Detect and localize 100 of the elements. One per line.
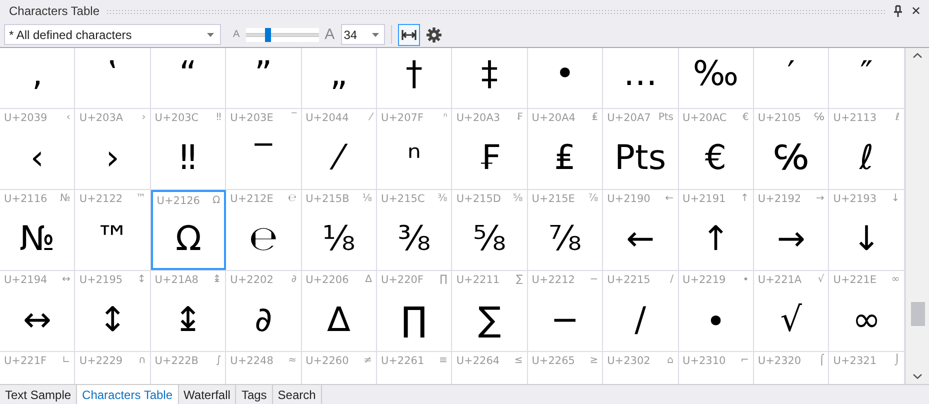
character-cell[interactable]: U+20A3 ₣ ₣: [452, 109, 528, 189]
character-cell[interactable]: U+2192 → →: [754, 190, 830, 270]
character-glyph: №: [18, 218, 56, 258]
character-cell[interactable]: U+2195 ↕ ↕: [75, 271, 151, 351]
character-cell[interactable]: U+2212 − −: [528, 271, 604, 351]
code-point-label: U+212E: [230, 192, 274, 204]
slider-thumb[interactable]: [265, 28, 272, 42]
font-size-combo[interactable]: 34: [340, 24, 385, 45]
character-preview: →: [816, 193, 824, 204]
character-glyph: †: [404, 54, 424, 94]
character-glyph: ⅛: [321, 218, 356, 258]
code-point-label: U+215D: [456, 192, 501, 204]
fit-width-toggle[interactable]: [398, 24, 420, 46]
character-cell[interactable]: U+2126 Ω Ω: [150, 190, 226, 270]
scroll-up-icon[interactable]: [913, 53, 922, 58]
character-cell[interactable]: U+2206 ∆ ∆: [302, 271, 377, 351]
character-cell[interactable]: U+2116 № №: [0, 190, 76, 270]
character-cell[interactable]: U+215D ⅝ ⅝: [452, 190, 528, 270]
character-preview: ‼: [216, 112, 222, 123]
character-glyph: ∆: [326, 300, 352, 340]
character-preview: ™: [136, 193, 146, 204]
tab[interactable]: Waterfall: [178, 385, 236, 404]
character-glyph: ∂: [254, 300, 274, 340]
scrollbar-thumb[interactable]: [910, 302, 924, 326]
code-point-label: U+203E: [230, 112, 274, 124]
character-cell[interactable]: U+220F ∏ ∏: [376, 271, 452, 351]
character-cell[interactable]: U+2122 ™ ™: [75, 190, 151, 270]
tab[interactable]: Characters Table: [77, 385, 179, 404]
character-glyph: ⅝: [472, 218, 508, 258]
character-glyph: ℓ: [858, 138, 875, 178]
character-preview: ∫: [216, 355, 222, 366]
size-slider[interactable]: [246, 28, 319, 42]
character-cell[interactable]: U+20A4 ₤ ₤: [528, 109, 604, 189]
code-point-label: U+20A7: [607, 112, 651, 124]
character-preview: ⌡: [894, 355, 900, 366]
character-cell[interactable]: U+20AC € €: [678, 109, 754, 189]
character-cell[interactable]: U+203E ‾ ‾: [226, 109, 302, 189]
code-point-label: U+2212: [532, 274, 575, 286]
code-point-label: U+221A: [758, 274, 802, 286]
character-cell[interactable]: U+212E ℮ ℮: [226, 190, 302, 270]
settings-icon[interactable]: [426, 26, 442, 42]
code-point-label: U+2321: [833, 354, 877, 366]
filter-dropdown[interactable]: * All defined characters: [4, 24, 221, 45]
tab[interactable]: Tags: [236, 385, 273, 404]
character-cell[interactable]: U+20A7 Pts Pts: [603, 109, 679, 189]
code-point-label: U+2229: [79, 354, 123, 366]
character-cell[interactable]: U+2191 ↑ ↑: [678, 190, 754, 270]
character-cell[interactable]: U+2219 ∙ ∙: [678, 271, 754, 351]
character-preview: ∩: [138, 355, 146, 366]
character-preview: ↑: [740, 193, 749, 204]
character-glyph: ∙: [704, 300, 728, 340]
pin-icon[interactable]: [892, 5, 903, 17]
character-cell[interactable]: U+2211 ∑ ∑: [452, 271, 528, 351]
character-glyph: ⁄: [330, 138, 348, 178]
character-glyph: ↑: [700, 218, 731, 258]
code-point-label: U+2191: [682, 192, 726, 204]
character-cell[interactable]: U+221A √ √: [754, 271, 830, 351]
code-point-label: U+215B: [306, 192, 350, 204]
character-glyph: ‡: [480, 54, 500, 94]
character-glyph: ′: [786, 54, 796, 94]
tab[interactable]: Search: [272, 385, 322, 404]
character-preview: ⌠: [819, 355, 824, 366]
character-cell[interactable]: U+215E ⅞ ⅞: [528, 190, 604, 270]
character-cell[interactable]: U+2044 ⁄ ⁄: [302, 109, 377, 189]
character-preview: ∏: [440, 274, 448, 285]
character-cell[interactable]: U+2039 ‹ ‹: [0, 109, 76, 189]
character-cell[interactable]: U+215B ⅛ ⅛: [302, 190, 377, 270]
fit-width-icon: [400, 28, 417, 40]
character-cell[interactable]: U+21A8 ↨ ↨: [150, 271, 226, 351]
vertical-scrollbar[interactable]: [905, 48, 929, 384]
character-cell[interactable]: U+207F ⁿ ⁿ: [376, 109, 452, 189]
character-preview: ⁿ: [443, 112, 448, 123]
character-preview: ≤: [514, 355, 523, 366]
code-point-label: U+2105: [758, 112, 802, 124]
character-cell[interactable]: U+203A › ›: [75, 109, 151, 189]
character-cell[interactable]: U+2215 ∕ ∕: [603, 271, 679, 351]
character-cell[interactable]: U+2190 ← ←: [603, 190, 679, 270]
code-point-label: U+2219: [682, 274, 726, 286]
scroll-down-icon[interactable]: [913, 374, 922, 379]
character-cell[interactable]: U+215C ⅜ ⅜: [376, 190, 452, 270]
character-cell[interactable]: U+203C ‼ ‼: [150, 109, 226, 189]
character-preview: ℅: [814, 112, 824, 123]
character-glyph: ∏: [400, 300, 428, 340]
code-point-label: U+2211: [456, 274, 500, 286]
character-glyph: √: [779, 300, 803, 340]
character-preview: ≠: [364, 355, 372, 366]
character-cell[interactable]: U+2105 ℅ ℅: [754, 109, 830, 189]
character-preview: ∕: [670, 274, 674, 285]
character-preview: ₤: [592, 112, 598, 123]
character-glyph: …: [622, 54, 658, 94]
character-glyph: ‚: [30, 54, 44, 94]
character-glyph: ₣: [478, 138, 502, 178]
character-preview: ↔: [62, 274, 70, 285]
character-glyph: ↓: [851, 218, 882, 258]
code-point-label: U+2320: [758, 354, 802, 366]
close-button[interactable]: ✕: [908, 4, 923, 18]
large-size-label: A: [324, 26, 335, 43]
character-cell[interactable]: U+2194 ↔ ↔: [0, 271, 76, 351]
small-size-label: A: [233, 29, 240, 40]
character-cell[interactable]: U+2202 ∂ ∂: [226, 271, 302, 351]
